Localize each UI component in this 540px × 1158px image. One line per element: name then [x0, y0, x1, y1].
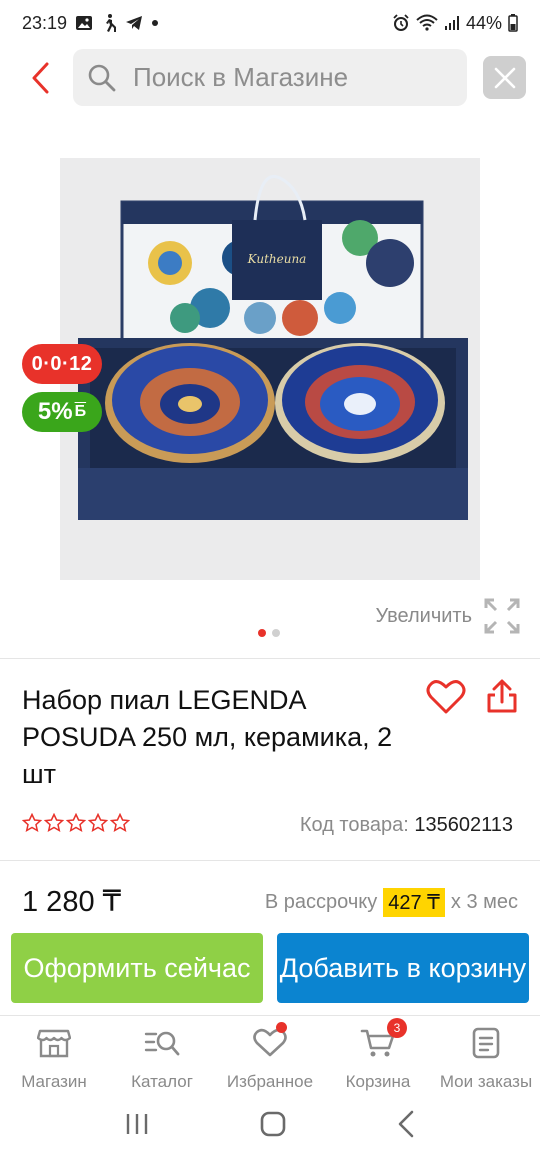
divider	[0, 658, 540, 659]
promo-badges: 0·0·12 5% Б	[22, 344, 102, 432]
product-image-gallery[interactable]: Kutheuna	[60, 158, 480, 580]
catalog-search-icon	[144, 1024, 180, 1062]
product-price: 1 280 ₸	[22, 886, 122, 918]
battery-percent: 44%	[465, 12, 502, 33]
product-code-value: 135602113	[414, 814, 513, 836]
nav-item-store[interactable]: Магазин	[0, 1018, 108, 1093]
product-code: Код товара: 135602113	[300, 814, 513, 837]
divider	[0, 860, 540, 861]
alarm-icon	[392, 14, 410, 32]
search-box[interactable]	[73, 49, 467, 106]
share-button[interactable]	[482, 678, 522, 716]
nav-label-favorites: Избранное	[226, 1072, 314, 1091]
close-icon	[494, 67, 515, 88]
recent-apps-button[interactable]	[124, 1111, 150, 1142]
system-nav-bar	[0, 1094, 540, 1158]
nav-label-cart: Корзина	[345, 1072, 411, 1091]
installment-badge: 0·0·12	[22, 344, 102, 384]
clear-search-button[interactable]	[483, 56, 526, 99]
nav-label-orders: Мои заказы	[439, 1072, 533, 1091]
back-button[interactable]	[22, 58, 58, 98]
battery-icon	[508, 14, 518, 32]
nav-item-favorites[interactable]: Избранное	[216, 1018, 324, 1093]
bonus-percent: 5%	[37, 398, 73, 425]
home-icon	[260, 1111, 286, 1136]
favorite-button[interactable]	[426, 678, 466, 716]
star-icon	[66, 813, 86, 832]
chevron-left-icon	[32, 62, 49, 94]
cart-count-badge: 3	[387, 1018, 407, 1038]
star-icon	[22, 813, 42, 832]
bonus-suffix: Б	[74, 403, 87, 420]
installment-prefix: В рассрочку	[264, 891, 378, 913]
installment-suffix: х 3 мес	[450, 891, 518, 913]
dot-icon	[151, 19, 159, 27]
expand-icon	[484, 598, 520, 634]
status-bar: 23:19 44%	[0, 0, 540, 46]
back-arrow-icon	[398, 1110, 413, 1137]
pagination-dot-active[interactable]	[258, 629, 266, 637]
nav-label-store: Магазин	[21, 1072, 87, 1091]
search-input[interactable]	[133, 62, 453, 93]
installment-info[interactable]: В рассрочку 427 ₸ х 3 мес	[265, 888, 518, 917]
add-to-cart-button[interactable]: Добавить в корзину	[277, 933, 529, 1003]
recent-apps-icon	[127, 1113, 148, 1134]
product-code-label: Код товара:	[299, 814, 409, 836]
search-icon	[88, 64, 116, 91]
nav-item-orders[interactable]: Мои заказы	[432, 1018, 540, 1093]
installment-amount: 427 ₸	[383, 888, 445, 917]
product-image: Kutheuna	[60, 158, 480, 580]
pagination-dot[interactable]	[272, 629, 280, 637]
zoom-button[interactable]: Увеличить	[376, 598, 520, 634]
star-icon	[44, 813, 64, 832]
product-title: Набор пиал LEGENDA POSUDA 250 мл, керами…	[22, 685, 393, 789]
favorites-notification-dot	[276, 1022, 287, 1033]
heart-icon	[426, 680, 466, 714]
telegram-icon	[125, 15, 143, 31]
divider	[0, 1015, 540, 1016]
walking-icon	[101, 13, 117, 33]
gallery-pagination	[258, 629, 280, 637]
star-icon	[88, 813, 108, 832]
nav-label-catalog: Каталог	[131, 1072, 193, 1091]
star-icon	[110, 813, 130, 832]
signal-icon	[444, 15, 460, 31]
bottom-nav: Магазин Каталог Избранное 3 Корзина Мои …	[0, 1018, 540, 1093]
home-button[interactable]	[259, 1110, 287, 1143]
search-row	[0, 48, 540, 106]
nav-item-cart[interactable]: 3 Корзина	[324, 1018, 432, 1093]
store-icon	[37, 1024, 71, 1062]
status-time: 23:19	[22, 12, 68, 33]
nav-item-catalog[interactable]: Каталог	[108, 1018, 216, 1093]
rating-stars[interactable]	[22, 813, 130, 833]
bonus-badge: 5% Б	[22, 392, 102, 432]
system-back-button[interactable]	[396, 1110, 416, 1143]
gallery-icon	[75, 14, 93, 32]
zoom-label: Увеличить	[375, 604, 472, 627]
wifi-icon	[416, 14, 438, 32]
orders-icon	[471, 1024, 501, 1062]
share-icon	[487, 679, 517, 713]
svg-text:Kutheuna: Kutheuna	[247, 252, 307, 266]
order-now-button[interactable]: Оформить сейчас	[11, 933, 263, 1003]
